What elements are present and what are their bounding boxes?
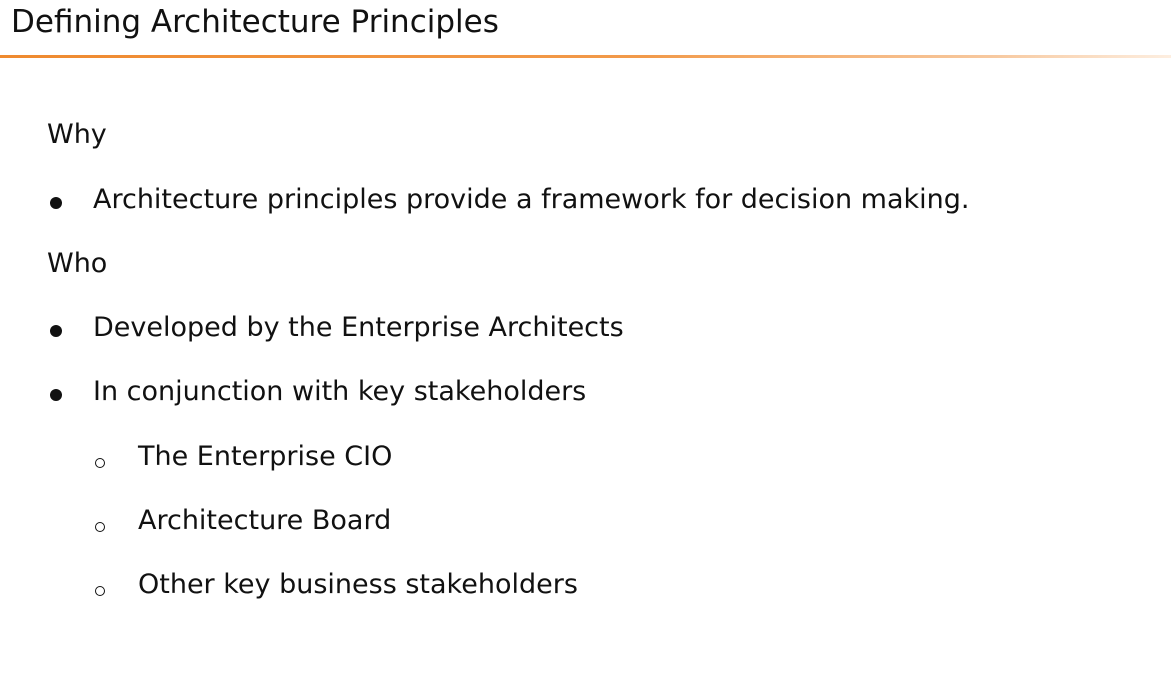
bullet-text-why-1: Architecture principles provide a framew… xyxy=(93,184,970,215)
title-divider xyxy=(0,55,1171,58)
section-heading-who: Who xyxy=(47,248,108,279)
sub-bullet-icon xyxy=(95,522,105,532)
bullet-text-who-1: Developed by the Enterprise Architects xyxy=(93,312,624,343)
bullet-icon xyxy=(50,197,62,209)
slide-title: Defining Architecture Principles xyxy=(11,4,499,40)
sub-bullet-icon xyxy=(95,458,105,468)
bullet-icon xyxy=(50,389,62,401)
sub-bullet-text-1: The Enterprise CIO xyxy=(138,441,393,472)
bullet-text-who-2: In conjunction with key stakeholders xyxy=(93,376,587,407)
section-heading-why: Why xyxy=(47,119,107,150)
sub-bullet-text-3: Other key business stakeholders xyxy=(138,569,578,600)
sub-bullet-icon xyxy=(95,586,105,596)
bullet-icon xyxy=(50,325,62,337)
sub-bullet-text-2: Architecture Board xyxy=(138,505,392,536)
